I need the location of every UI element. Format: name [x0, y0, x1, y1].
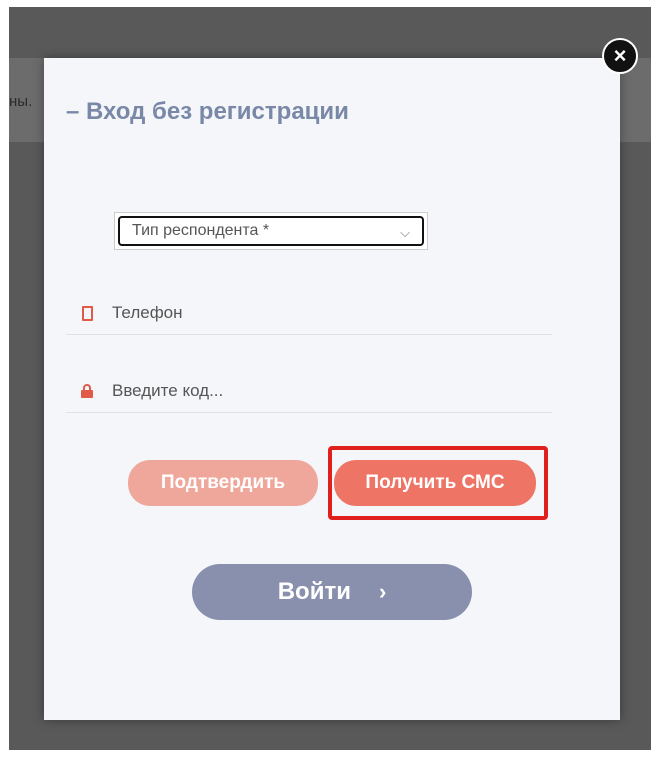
modal-title: – Вход без регистрации	[66, 98, 349, 125]
phone-icon	[80, 305, 94, 321]
login-button[interactable]: Войти ›	[192, 564, 472, 620]
chevron-right-icon: ›	[378, 579, 387, 604]
respondent-type-select-container: Тип респондента * ⌵	[114, 212, 428, 250]
close-button[interactable]: ×	[602, 38, 638, 74]
background-partial-text: ны.	[9, 93, 33, 110]
confirm-button[interactable]: Подтвердить	[128, 460, 318, 506]
phone-input[interactable]	[112, 303, 512, 323]
lock-icon	[80, 384, 94, 398]
code-field-row	[66, 370, 552, 413]
get-sms-button[interactable]: Получить СМС	[334, 460, 536, 506]
login-modal: – Вход без регистрации Тип респондента *…	[44, 58, 620, 720]
login-button-label: Войти	[277, 578, 351, 605]
code-input[interactable]	[112, 381, 512, 401]
phone-field-row	[66, 292, 552, 335]
close-icon: ×	[613, 43, 627, 68]
respondent-type-select[interactable]: Тип респондента * ⌵	[118, 216, 424, 246]
chevron-down-icon: ⌵	[400, 225, 410, 240]
respondent-type-value: Тип респондента *	[132, 222, 270, 239]
